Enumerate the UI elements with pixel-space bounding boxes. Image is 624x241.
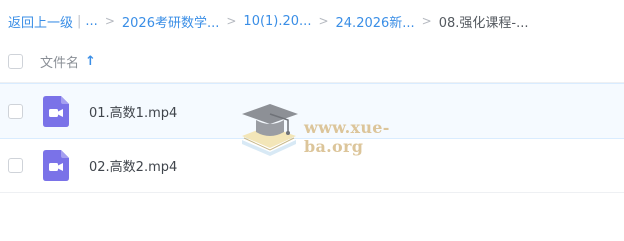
graduation-cap-icon (242, 104, 298, 156)
chevron-right-icon: > (104, 14, 115, 28)
breadcrumb-divider: | (77, 13, 82, 29)
chevron-right-icon: > (421, 14, 432, 28)
file-list-header: 文件名 ↑ (0, 40, 624, 83)
watermark: www.xue-ba.org (238, 98, 448, 160)
column-header-label: 文件名 (40, 55, 80, 71)
breadcrumb-item-2[interactable]: 10(1).20... (243, 14, 311, 29)
file-name[interactable]: 01.高数1.mp4 (89, 102, 177, 121)
breadcrumb-ellipsis[interactable]: ... (85, 14, 97, 29)
breadcrumb-item-3[interactable]: 24.2026新... (336, 12, 415, 31)
back-link[interactable]: 返回上一级 (8, 12, 73, 31)
row-checkbox[interactable] (8, 103, 23, 119)
video-file-icon (43, 95, 69, 127)
breadcrumb-item-1[interactable]: 2026考研数学... (122, 12, 219, 31)
chevron-right-icon: > (318, 14, 329, 28)
breadcrumb: 返回上一级 | ... > 2026考研数学... > 10(1).20... … (8, 11, 620, 31)
select-all-checkbox[interactable] (8, 53, 23, 69)
chevron-right-icon: > (226, 14, 237, 28)
row-checkbox[interactable] (8, 157, 23, 173)
breadcrumb-current: 08.强化课程-... (438, 15, 529, 31)
watermark-text: www.xue-ba.org (304, 118, 390, 156)
sort-ascending-icon[interactable]: ↑ (85, 54, 96, 69)
video-file-icon (43, 149, 69, 181)
filename-column-header[interactable]: 文件名 ↑ (40, 52, 96, 71)
file-name[interactable]: 02.高数2.mp4 (89, 156, 177, 175)
